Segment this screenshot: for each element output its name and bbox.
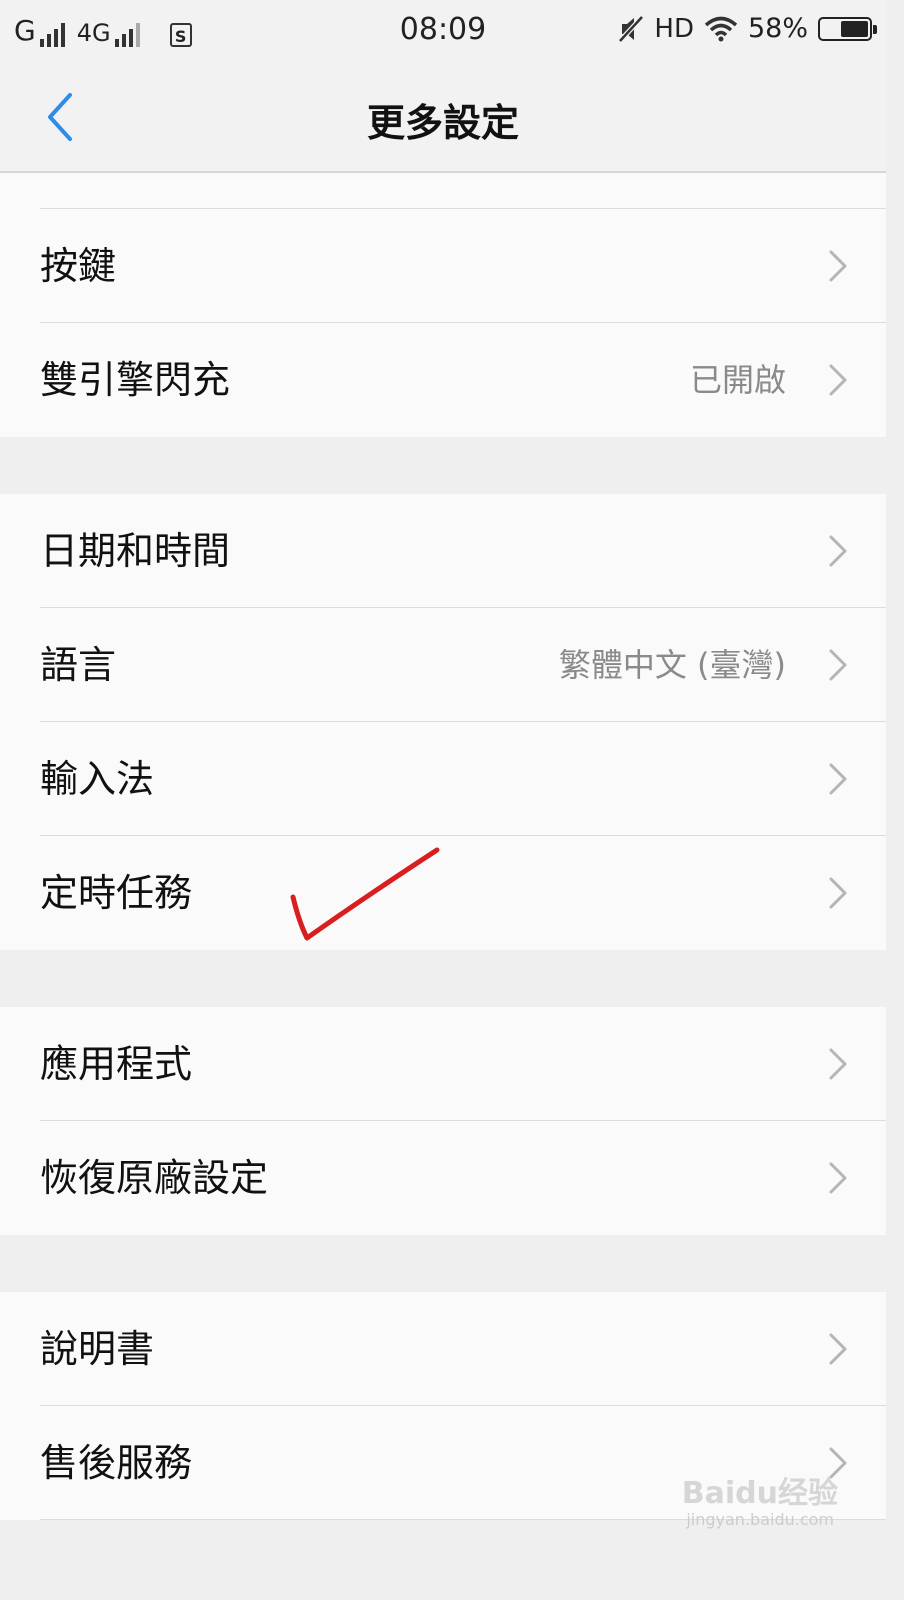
mute-icon [618,14,645,43]
setting-label: 說明書 [40,1327,155,1371]
wifi-icon [704,16,738,41]
chevron-right-icon [829,535,847,567]
setting-label: 應用程式 [40,1042,193,1086]
setting-row-input-method[interactable]: 輸入法 [0,722,886,836]
settings-group-3: 應用程式 恢復原廠設定 [0,1007,886,1235]
title-bar: 更多設定 [0,64,886,173]
battery-percent: 58% [747,13,808,44]
setting-label: 輸入法 [40,757,155,801]
chevron-right-icon [829,364,847,396]
chevron-right-icon [829,1333,847,1365]
hd-label: HD [654,13,694,44]
setting-label: 雙引擎閃充 [40,358,231,402]
status-right: HD 58% [618,13,877,44]
setting-label: 日期和時間 [40,529,231,573]
setting-value: 繁體中文 (臺灣) [558,646,786,684]
setting-row-dual-engine-flash-charge[interactable]: 雙引擎閃充 已開啟 [0,323,886,437]
chevron-right-icon [829,250,847,282]
setting-label: 恢復原廠設定 [40,1156,269,1200]
chevron-right-icon [829,763,847,795]
setting-value: 已開啟 [689,361,786,399]
group-divider [0,437,886,494]
chevron-right-icon [829,1048,847,1080]
annotation-checkmark-icon [290,847,440,941]
setting-row-apps[interactable]: 應用程式 [0,1007,886,1121]
setting-label: 定時任務 [40,871,193,915]
list-top-strip [0,173,886,209]
setting-row-keys[interactable]: 按鍵 [0,209,886,323]
status-bar: G 4G S 08:09 HD 58% [0,0,886,64]
setting-row-language[interactable]: 語言 繁體中文 (臺灣) [0,608,886,722]
chevron-right-icon [829,649,847,681]
group-divider [0,1235,886,1292]
setting-label: 按鍵 [40,244,117,288]
setting-row-factory-reset[interactable]: 恢復原廠設定 [0,1121,886,1235]
watermark-url: jingyan.baidu.com [686,1510,834,1529]
battery-icon [818,16,877,41]
watermark-logo: Baidu经验 [681,1476,838,1511]
setting-label: 語言 [40,643,117,687]
chevron-right-icon [829,1162,847,1194]
setting-label: 售後服務 [40,1441,193,1485]
settings-group-1: 按鍵 雙引擎閃充 已開啟 [0,209,886,437]
setting-row-date-time[interactable]: 日期和時間 [0,494,886,608]
setting-row-manual[interactable]: 說明書 [0,1292,886,1406]
group-divider [0,950,886,1007]
chevron-right-icon [829,877,847,909]
page-title: 更多設定 [366,101,519,145]
